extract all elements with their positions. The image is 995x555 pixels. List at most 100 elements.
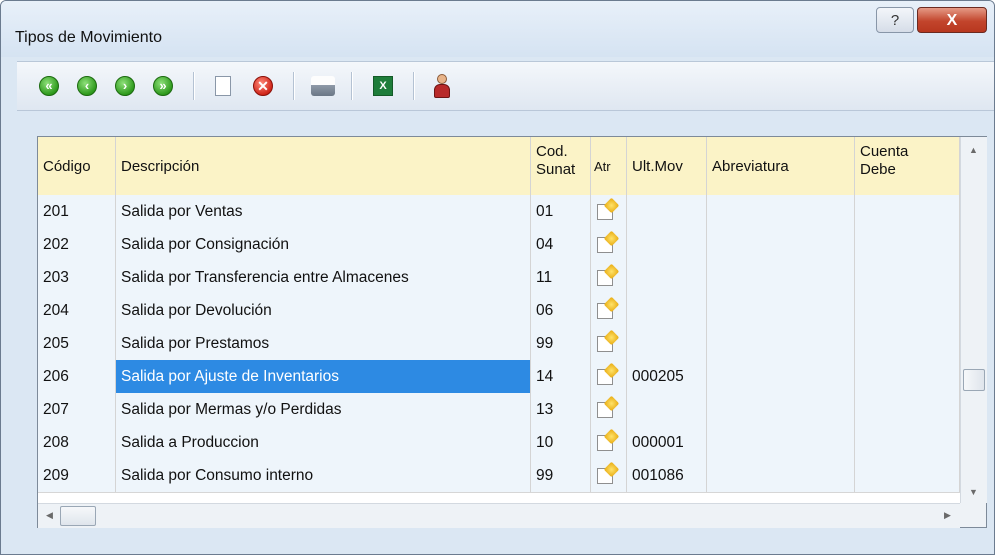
- close-button[interactable]: X: [917, 7, 987, 33]
- cell-descripcion[interactable]: Salida por Ventas: [116, 195, 531, 228]
- new-document-button[interactable]: [215, 76, 231, 96]
- cell-descripcion[interactable]: Salida por Devolución: [116, 294, 531, 327]
- cell-ult-mov[interactable]: 001086: [627, 459, 707, 492]
- cell-codigo[interactable]: 205: [38, 327, 116, 360]
- properties-icon[interactable]: [597, 329, 620, 352]
- cell-abreviatura[interactable]: [707, 393, 855, 426]
- cell-codigo[interactable]: 207: [38, 393, 116, 426]
- cell-codigo[interactable]: 209: [38, 459, 116, 492]
- cell-cuenta-debe[interactable]: [855, 393, 960, 426]
- help-button[interactable]: ?: [876, 7, 914, 33]
- table-row[interactable]: 207 Salida por Mermas y/o Perdidas 13: [38, 393, 960, 427]
- cell-cod-sunat[interactable]: 01: [531, 195, 591, 228]
- cell-cuenta-debe[interactable]: [855, 228, 960, 261]
- cell-ult-mov[interactable]: [627, 393, 707, 426]
- first-record-button[interactable]: «: [39, 76, 59, 96]
- horizontal-scrollbar[interactable]: ◀ ▶: [38, 503, 960, 528]
- horizontal-scroll-thumb[interactable]: [60, 506, 96, 526]
- cell-atr[interactable]: [591, 261, 627, 294]
- cell-abreviatura[interactable]: [707, 459, 855, 492]
- cell-ult-mov[interactable]: [627, 327, 707, 360]
- column-header-abreviatura[interactable]: Abreviatura: [707, 137, 855, 195]
- column-header-atr[interactable]: Atr: [591, 137, 627, 195]
- column-header-codigo[interactable]: Código: [38, 137, 116, 195]
- cell-abreviatura[interactable]: [707, 360, 855, 393]
- cell-cod-sunat[interactable]: 11: [531, 261, 591, 294]
- cell-abreviatura[interactable]: [707, 426, 855, 459]
- cell-abreviatura[interactable]: [707, 195, 855, 228]
- export-excel-button[interactable]: X: [373, 76, 393, 96]
- table-row[interactable]: 201 Salida por Ventas 01: [38, 195, 960, 229]
- cell-cuenta-debe[interactable]: [855, 294, 960, 327]
- properties-icon[interactable]: [597, 296, 620, 319]
- user-button[interactable]: [433, 74, 451, 98]
- column-header-cod-sunat[interactable]: Cod. Sunat: [531, 137, 591, 195]
- cell-abreviatura[interactable]: [707, 261, 855, 294]
- properties-icon[interactable]: [597, 461, 620, 484]
- table-row[interactable]: 205 Salida por Prestamos 99: [38, 327, 960, 361]
- vertical-scrollbar[interactable]: ▲ ▼: [960, 137, 987, 503]
- cell-ult-mov[interactable]: 000001: [627, 426, 707, 459]
- cell-descripcion[interactable]: Salida por Consignación: [116, 228, 531, 261]
- cell-cod-sunat[interactable]: 13: [531, 393, 591, 426]
- properties-icon[interactable]: [597, 263, 620, 286]
- cell-cuenta-debe[interactable]: [855, 261, 960, 294]
- cell-cod-sunat[interactable]: 99: [531, 459, 591, 492]
- cell-cuenta-debe[interactable]: [855, 195, 960, 228]
- properties-icon[interactable]: [597, 197, 620, 220]
- cell-atr[interactable]: [591, 228, 627, 261]
- column-header-descripcion[interactable]: Descripción: [116, 137, 531, 195]
- last-record-button[interactable]: »: [153, 76, 173, 96]
- delete-button[interactable]: ✕: [253, 76, 273, 96]
- scroll-right-icon[interactable]: ▶: [944, 510, 951, 521]
- cell-cod-sunat[interactable]: 99: [531, 327, 591, 360]
- previous-record-button[interactable]: ‹: [77, 76, 97, 96]
- cell-descripcion[interactable]: Salida por Prestamos: [116, 327, 531, 360]
- cell-atr[interactable]: [591, 393, 627, 426]
- cell-codigo[interactable]: 206: [38, 360, 116, 393]
- cell-descripcion[interactable]: Salida por Ajuste de Inventarios: [116, 360, 531, 393]
- table-row[interactable]: 208 Salida a Produccion 10 000001: [38, 426, 960, 460]
- table-row[interactable]: 206 Salida por Ajuste de Inventarios 14 000…: [38, 360, 960, 394]
- print-button[interactable]: [311, 76, 335, 96]
- cell-atr[interactable]: [591, 459, 627, 492]
- cell-cuenta-debe[interactable]: [855, 327, 960, 360]
- cell-codigo[interactable]: 202: [38, 228, 116, 261]
- cell-abreviatura[interactable]: [707, 228, 855, 261]
- cell-ult-mov[interactable]: 000205: [627, 360, 707, 393]
- cell-descripcion[interactable]: Salida por Transferencia entre Almacenes: [116, 261, 531, 294]
- cell-cod-sunat[interactable]: 14: [531, 360, 591, 393]
- cell-descripcion[interactable]: Salida a Produccion: [116, 426, 531, 459]
- cell-atr[interactable]: [591, 294, 627, 327]
- column-header-cuenta-debe[interactable]: Cuenta Debe: [855, 137, 960, 195]
- properties-icon[interactable]: [597, 362, 620, 385]
- cell-cuenta-debe[interactable]: [855, 459, 960, 492]
- cell-codigo[interactable]: 204: [38, 294, 116, 327]
- cell-atr[interactable]: [591, 426, 627, 459]
- cell-ult-mov[interactable]: [627, 294, 707, 327]
- cell-cuenta-debe[interactable]: [855, 426, 960, 459]
- table-row[interactable]: 203 Salida por Transferencia entre Almace…: [38, 261, 960, 295]
- cell-abreviatura[interactable]: [707, 294, 855, 327]
- cell-codigo[interactable]: 201: [38, 195, 116, 228]
- cell-abreviatura[interactable]: [707, 327, 855, 360]
- cell-cod-sunat[interactable]: 04: [531, 228, 591, 261]
- cell-atr[interactable]: [591, 327, 627, 360]
- scroll-up-icon[interactable]: ▲: [969, 145, 978, 155]
- cell-cod-sunat[interactable]: 10: [531, 426, 591, 459]
- vertical-scroll-thumb[interactable]: [963, 369, 985, 391]
- scroll-down-icon[interactable]: ▼: [969, 487, 978, 497]
- properties-icon[interactable]: [597, 395, 620, 418]
- cell-descripcion[interactable]: Salida por Consumo interno: [116, 459, 531, 492]
- cell-cod-sunat[interactable]: 06: [531, 294, 591, 327]
- table-row[interactable]: 209 Salida por Consumo interno 99 001086: [38, 459, 960, 493]
- cell-ult-mov[interactable]: [627, 228, 707, 261]
- column-header-ult-mov[interactable]: Ult.Mov: [627, 137, 707, 195]
- next-record-button[interactable]: ›: [115, 76, 135, 96]
- cell-ult-mov[interactable]: [627, 261, 707, 294]
- cell-ult-mov[interactable]: [627, 195, 707, 228]
- cell-atr[interactable]: [591, 360, 627, 393]
- cell-cuenta-debe[interactable]: [855, 360, 960, 393]
- cell-atr[interactable]: [591, 195, 627, 228]
- scroll-left-icon[interactable]: ◀: [46, 510, 53, 521]
